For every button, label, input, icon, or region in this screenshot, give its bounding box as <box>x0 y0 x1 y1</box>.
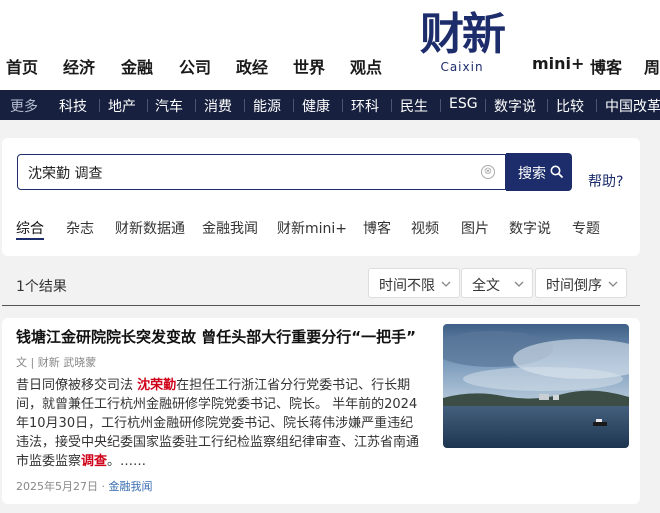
category-more[interactable]: 更多 <box>10 96 38 116</box>
category-separator <box>244 99 245 112</box>
category-separator <box>342 99 343 112</box>
snippet-highlight: 调查 <box>81 454 108 469</box>
tab-mini[interactable]: 财新mini+ <box>277 218 347 238</box>
tab-finance-news[interactable]: 金融我闻 <box>202 218 258 238</box>
category-china-reform[interactable]: 中国改革 <box>605 96 660 116</box>
time-range-filter[interactable]: 时间不限 <box>368 268 460 298</box>
snippet-text: 昔日同僚被移交司法 <box>16 378 138 393</box>
search-icon <box>550 165 564 179</box>
category-separator <box>596 99 597 112</box>
tab-images[interactable]: 图片 <box>461 218 489 238</box>
logo-cn: 财新 <box>420 9 506 60</box>
result-author: 文 | 财新 武晓蒙 <box>16 356 97 369</box>
search-button-label: 搜索 <box>518 166 546 182</box>
search-input-value: 沈荣勤 调查 <box>28 166 103 182</box>
chevron-down-icon <box>608 281 618 287</box>
category-separator <box>547 99 548 112</box>
category-bar: 更多 科技 地产 汽车 消费 能源 健康 环科 民生 ESG 数字说 比较 中国… <box>0 90 660 120</box>
nav-item-opinion[interactable]: 观点 <box>350 54 382 78</box>
sort-filter[interactable]: 时间倒序 <box>535 268 627 298</box>
results-divider <box>2 305 640 306</box>
nav-item-company[interactable]: 公司 <box>179 54 211 78</box>
category-separator <box>440 99 441 112</box>
nav-item-mini[interactable]: mini+ <box>532 54 584 73</box>
nav-item-blog[interactable]: 博客 <box>590 54 622 78</box>
category-datastory[interactable]: 数字说 <box>494 96 536 116</box>
category-separator <box>485 99 486 112</box>
result-source-link[interactable]: 金融我闻 <box>109 480 153 493</box>
scope-filter[interactable]: 全文 <box>461 268 533 298</box>
tab-topics[interactable]: 专题 <box>572 218 600 238</box>
top-nav: 首页 经济 金融 公司 政经 世界 观点 财新 Caixin mini+ 博客 … <box>0 0 660 90</box>
result-title[interactable]: 钱塘江金研院院长突发变故 曾任头部大行重要分行“一把手” <box>16 326 416 347</box>
nav-item-finance[interactable]: 金融 <box>121 54 153 78</box>
category-realestate[interactable]: 地产 <box>108 96 136 116</box>
snippet-highlight: 沈荣勤 <box>137 378 177 393</box>
category-environment[interactable]: 环科 <box>351 96 379 116</box>
tab-blog[interactable]: 博客 <box>363 218 391 238</box>
result-count: 1个结果 <box>16 279 67 295</box>
tab-all[interactable]: 综合 <box>16 218 44 238</box>
clear-icon[interactable]: ⊗ <box>481 165 495 179</box>
caixin-logo[interactable]: 财新 Caixin <box>412 12 512 80</box>
tab-datastory[interactable]: 数字说 <box>509 218 551 238</box>
category-esg[interactable]: ESG <box>449 96 478 112</box>
tab-magazine[interactable]: 杂志 <box>66 218 94 238</box>
logo-en: Caixin <box>440 60 484 74</box>
result-thumbnail[interactable] <box>443 324 629 448</box>
category-separator <box>195 99 196 112</box>
result-item: 钱塘江金研院院长突发变故 曾任头部大行重要分行“一把手” 文 | 财新 武晓蒙 … <box>2 318 640 504</box>
help-link[interactable]: 帮助? <box>588 171 623 191</box>
result-snippet: 昔日同僚被移交司法 沈荣勤在担任工行浙江省分行党委书记、行长期间，就曾兼任工行杭… <box>16 376 426 471</box>
category-separator <box>293 99 294 112</box>
category-tech[interactable]: 科技 <box>59 96 87 116</box>
time-range-filter-label: 时间不限 <box>379 278 435 294</box>
nav-item-world[interactable]: 世界 <box>293 54 325 78</box>
category-compare[interactable]: 比较 <box>556 96 584 116</box>
category-health[interactable]: 健康 <box>302 96 330 116</box>
chevron-down-icon <box>441 281 451 287</box>
tab-video[interactable]: 视频 <box>411 218 439 238</box>
result-footer: 2025年5月27日 · 金融我闻 <box>16 478 153 494</box>
category-auto[interactable]: 汽车 <box>155 96 183 116</box>
category-separator <box>99 99 100 112</box>
nav-item-home[interactable]: 首页 <box>6 54 38 78</box>
chevron-down-icon <box>514 281 524 287</box>
category-consumer[interactable]: 消费 <box>204 96 232 116</box>
sort-filter-label: 时间倒序 <box>546 278 602 294</box>
nav-item-weekly[interactable]: 周 <box>644 54 660 78</box>
footer-separator: · <box>98 480 109 493</box>
lake-landscape-image <box>443 324 629 448</box>
result-date: 2025年5月27日 <box>16 480 98 493</box>
search-input[interactable]: 沈荣勤 调查 ⊗ <box>17 154 506 190</box>
category-livelihood[interactable]: 民生 <box>400 96 428 116</box>
category-separator <box>391 99 392 112</box>
nav-item-politics[interactable]: 政经 <box>236 54 268 78</box>
active-tab-indicator <box>16 238 44 240</box>
search-button[interactable]: 搜索 <box>506 153 572 191</box>
category-separator <box>147 99 148 112</box>
scope-filter-label: 全文 <box>472 278 500 294</box>
snippet-text: 。…… <box>107 454 147 469</box>
category-energy[interactable]: 能源 <box>253 96 281 116</box>
nav-item-economy[interactable]: 经济 <box>63 54 95 78</box>
tab-data[interactable]: 财新数据通 <box>115 218 185 238</box>
search-panel: 沈荣勤 调查 ⊗ 搜索 帮助? 综合 杂志 财新数据通 金融我闻 财新mini+… <box>2 138 640 256</box>
